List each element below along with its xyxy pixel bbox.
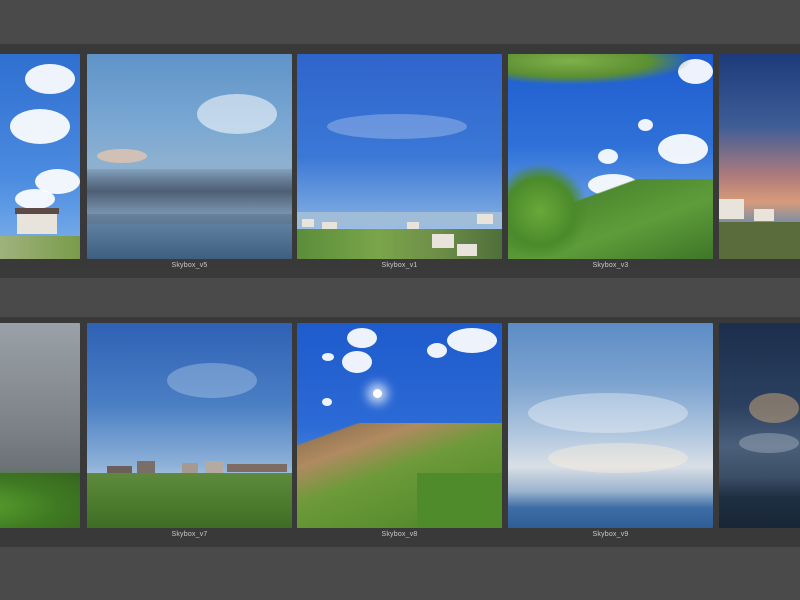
skybox-thumbnail[interactable] [297,323,502,528]
skybox-thumbnail[interactable] [508,323,713,528]
skybox-thumbnail[interactable] [0,54,80,259]
skybox-tile-v7[interactable]: Skybox_v7 [87,323,292,539]
skybox-name-label: Skybox_v8 [381,531,418,538]
skybox-name-label: Skybox_v1 [381,262,418,269]
skybox-thumbnail[interactable] [87,54,292,259]
skybox-name-label: Skybox_v7 [171,531,208,538]
skybox-thumbnail[interactable] [508,54,713,259]
skybox-tile-v8[interactable]: Skybox_v8 [297,323,502,539]
skybox-thumbnail[interactable] [719,323,800,528]
skybox-thumbnail[interactable] [297,54,502,259]
skybox-thumbnail[interactable] [0,323,80,528]
skybox-name-label: Skybox_v3 [592,262,629,269]
skybox-name-label: Skybox_v9 [592,531,629,538]
skybox-tile-partial-left[interactable] [0,323,80,539]
skybox-name-label: Skybox_v5 [171,262,208,269]
thumbnail-row-1: Skybox_v5 Skybox_v1 Skybox_v3 [0,48,800,270]
skybox-tile-v5[interactable]: Skybox_v5 [87,54,292,270]
thumbnail-row-2: Skybox_v7 Skybox_v8 Skybox_v9 [0,317,800,539]
bottom-separator [0,539,800,547]
skybox-tile-partial-left[interactable] [0,54,80,270]
middle-separator [0,270,800,278]
skybox-tile-v3[interactable]: Skybox_v3 [508,54,713,270]
skybox-tile-partial-right[interactable] [719,323,800,539]
skybox-tile-v9[interactable]: Skybox_v9 [508,323,713,539]
skybox-tile-v1[interactable]: Skybox_v1 [297,54,502,270]
skybox-thumbnail[interactable] [719,54,800,259]
skybox-thumbnail[interactable] [87,323,292,528]
skybox-tile-partial-right[interactable] [719,54,800,270]
